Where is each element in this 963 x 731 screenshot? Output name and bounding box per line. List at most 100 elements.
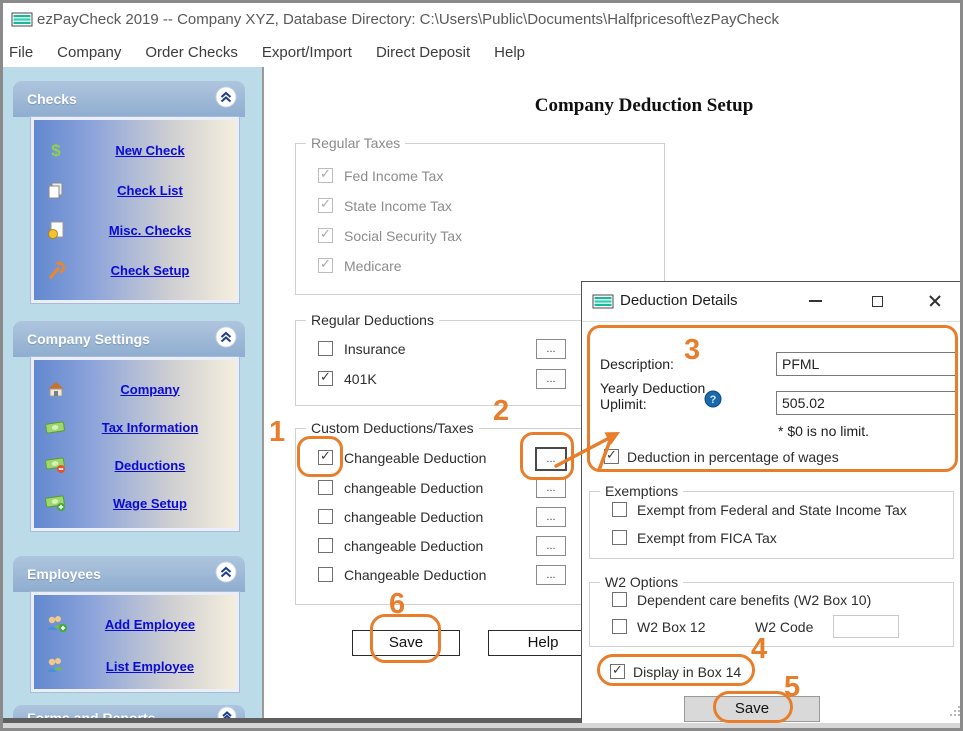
save-button[interactable]: Save — [352, 630, 460, 656]
menu-file[interactable]: File — [9, 44, 33, 61]
sidebar-link[interactable]: Company — [78, 382, 236, 397]
resize-grip[interactable] — [950, 703, 961, 721]
menu-help[interactable]: Help — [494, 44, 525, 61]
display-box14-checkbox[interactable] — [610, 664, 625, 679]
dialog-title-bar[interactable]: Deduction Details — [582, 282, 963, 322]
section-body-employees: Add Employee List Employee — [31, 592, 239, 692]
insurance-checkbox[interactable] — [318, 341, 333, 356]
k401-checkbox[interactable] — [318, 371, 333, 386]
collapse-chevron-icon[interactable] — [215, 326, 237, 353]
dollar-icon: $ — [34, 140, 78, 160]
app-window: ezPayCheck 2019 -- Company XYZ, Database… — [0, 0, 963, 731]
sidebar-item-new-check[interactable]: $ New Check — [34, 130, 236, 170]
menu-direct-deposit[interactable]: Direct Deposit — [376, 44, 470, 61]
sidebar-item-misc-checks[interactable]: Misc. Checks — [34, 210, 236, 250]
sidebar-link[interactable]: Check List — [78, 183, 236, 198]
custom-deduction-5-checkbox[interactable] — [318, 567, 333, 582]
sidebar-item-tax-information[interactable]: Tax Information — [34, 408, 236, 446]
checkbox-label: W2 Box 12 — [637, 619, 705, 635]
w2-code-label: W2 Code — [755, 619, 813, 635]
custom-deduction-2-checkbox[interactable] — [318, 480, 333, 495]
custom-deduction-4-checkbox[interactable] — [318, 538, 333, 553]
custom-deduction-2-more-button[interactable]: ... — [536, 478, 566, 498]
money-plus-icon — [34, 494, 78, 512]
section-header-company-settings[interactable]: Company Settings — [13, 321, 245, 357]
insurance-more-button[interactable]: ... — [536, 339, 566, 359]
close-icon — [928, 294, 942, 308]
collapse-chevron-icon[interactable] — [215, 561, 237, 588]
sidebar-item-add-employee[interactable]: Add Employee — [34, 603, 236, 645]
percentage-of-wages-checkbox[interactable] — [604, 449, 619, 464]
collapse-chevron-icon[interactable] — [215, 86, 237, 113]
menu-company[interactable]: Company — [57, 44, 121, 61]
exempt-fed-state-checkbox[interactable] — [612, 502, 627, 517]
custom-deduction-3-more-button[interactable]: ... — [536, 507, 566, 527]
uplimit-input[interactable] — [776, 391, 956, 415]
dialog-save-button[interactable]: Save — [684, 696, 820, 722]
sidebar-item-wage-setup[interactable]: Wage Setup — [34, 484, 236, 522]
menu-bar: File Company Order Checks Export/Import … — [9, 39, 525, 65]
menu-export-import[interactable]: Export/Import — [262, 44, 352, 61]
w2-box12-checkbox[interactable] — [612, 619, 627, 634]
checkbox-label: Changeable Deduction — [344, 567, 486, 583]
money-minus-icon — [34, 456, 78, 474]
uplimit-label-line1: Yearly Deduction — [600, 380, 705, 396]
section-title: Company Settings — [13, 331, 215, 347]
groupbox-label: Regular Deductions — [306, 312, 439, 328]
description-input[interactable] — [776, 352, 956, 376]
checkbox-label: Changeable Deduction — [344, 450, 486, 466]
sidebar-item-list-employee[interactable]: List Employee — [34, 645, 236, 687]
minimize-button[interactable] — [800, 288, 830, 314]
checkbox-label: 401K — [344, 371, 377, 387]
sidebar-link[interactable]: Misc. Checks — [78, 223, 236, 238]
maximize-icon — [872, 296, 883, 307]
title-bar: ezPayCheck 2019 -- Company XYZ, Database… — [3, 3, 960, 37]
sidebar-link[interactable]: New Check — [78, 143, 236, 158]
sidebar: Checks $ New Check Check List Misc. Chec… — [3, 67, 262, 728]
sidebar-link[interactable]: Wage Setup — [78, 496, 236, 511]
sidebar-item-check-setup[interactable]: Check Setup — [34, 250, 236, 290]
w2-code-input[interactable] — [833, 615, 899, 638]
sidebar-item-deductions[interactable]: Deductions — [34, 446, 236, 484]
checkbox-label: Deduction in percentage of wages — [627, 449, 839, 465]
custom-deduction-1-checkbox[interactable] — [318, 450, 333, 465]
sidebar-item-check-list[interactable]: Check List — [34, 170, 236, 210]
k401-more-button[interactable]: ... — [536, 369, 566, 389]
window-bottom-edge — [3, 723, 960, 731]
section-header-checks[interactable]: Checks — [13, 81, 245, 117]
deduction-details-dialog: Deduction Details Description: Yearly De… — [581, 281, 963, 725]
exempt-fica-checkbox[interactable] — [612, 530, 627, 545]
copy-icon — [34, 180, 78, 200]
custom-deduction-3-checkbox[interactable] — [318, 509, 333, 524]
checkbox-label: Dependent care benefits (W2 Box 10) — [637, 592, 871, 608]
checkbox-label: changeable Deduction — [344, 480, 483, 496]
sidebar-link[interactable]: Add Employee — [78, 617, 236, 632]
custom-deduction-1-more-button[interactable]: ... — [535, 447, 567, 471]
close-button[interactable] — [920, 288, 950, 314]
social-security-tax-checkbox — [318, 228, 333, 243]
sidebar-link[interactable]: Tax Information — [78, 420, 236, 435]
fed-income-tax-checkbox — [318, 168, 333, 183]
maximize-button[interactable] — [862, 288, 892, 314]
section-header-employees[interactable]: Employees — [13, 556, 245, 592]
menu-order-checks[interactable]: Order Checks — [145, 44, 238, 61]
sidebar-item-company[interactable]: Company — [34, 370, 236, 408]
checkbox-label: Exempt from FICA Tax — [637, 530, 777, 546]
checkbox-label: changeable Deduction — [344, 538, 483, 554]
uplimit-label-line2: Uplimit: — [600, 396, 647, 412]
sidebar-link[interactable]: Check Setup — [78, 263, 236, 278]
help-icon[interactable]: ? — [704, 390, 722, 413]
w2-options-groupbox: W2 Options Dependent care benefits (W2 B… — [589, 582, 954, 647]
section-title: Checks — [13, 91, 215, 107]
custom-deduction-4-more-button[interactable]: ... — [536, 536, 566, 556]
groupbox-label: Regular Taxes — [306, 135, 405, 151]
sidebar-link[interactable]: List Employee — [78, 659, 236, 674]
groupbox-label: W2 Options — [600, 574, 683, 590]
person-plus-icon — [34, 614, 78, 634]
section-body-company-settings: Company Tax Information Deductions Wage … — [31, 357, 239, 531]
custom-deduction-5-more-button[interactable]: ... — [536, 565, 566, 585]
sidebar-link[interactable]: Deductions — [78, 458, 236, 473]
dependent-care-checkbox[interactable] — [612, 592, 627, 607]
checkbox-label: State Income Tax — [344, 198, 452, 214]
minimize-icon — [809, 300, 822, 302]
